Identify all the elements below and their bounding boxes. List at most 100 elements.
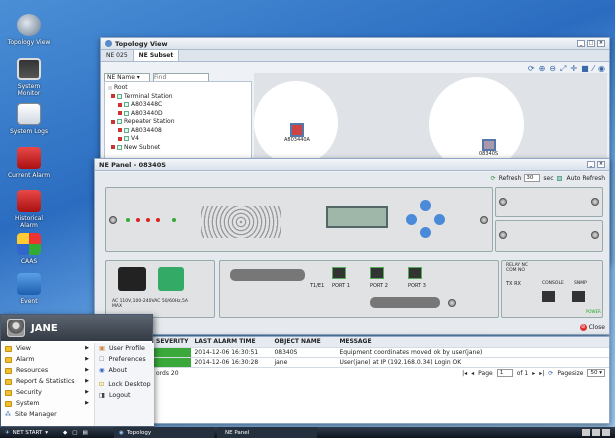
led-icon <box>156 218 160 222</box>
port-label: PORT 2 <box>370 283 388 289</box>
map-node[interactable]: 08340S <box>479 139 498 157</box>
desktop-icon-system-logs[interactable]: System Logs <box>6 103 52 135</box>
tab-ne-subset[interactable]: NE Subset <box>133 50 180 61</box>
menu-item-about[interactable]: ◉ About <box>95 365 154 376</box>
chevron-down-icon: ▾ <box>45 429 49 436</box>
menu-item-site-manager[interactable]: ⁂ Site Manager <box>1 409 93 420</box>
up-button[interactable] <box>420 200 431 211</box>
status-icon <box>118 128 122 132</box>
desktop-icon-label: Current Alarm <box>7 172 51 179</box>
tree-item[interactable]: A803440D <box>108 110 248 119</box>
status-icon <box>118 111 122 115</box>
desktop-icon-current-alarm[interactable]: Current Alarm <box>6 147 52 179</box>
rj45-port-icon[interactable] <box>370 267 384 279</box>
tree-item[interactable]: Terminal Station <box>108 93 248 102</box>
folder-icon <box>5 378 12 385</box>
menu-item-user-profile[interactable]: ▣ User Profile <box>95 343 154 354</box>
topology-titlebar[interactable]: Topology View _ □ × <box>101 38 609 50</box>
checkbox-icon[interactable] <box>117 93 122 99</box>
last-page-icon[interactable]: ▸| <box>539 370 544 377</box>
tab-ne-025[interactable]: NE 025 <box>101 50 134 61</box>
task-ne-panel[interactable]: NE Panel <box>217 427 317 438</box>
quicklaunch-icon[interactable]: ▤ <box>82 430 87 436</box>
desktop-icon-caas[interactable]: CAAS <box>6 233 52 265</box>
menu-item-system[interactable]: System ▶ <box>1 398 93 409</box>
rj45-port-icon[interactable] <box>572 291 585 302</box>
menu-item-resources[interactable]: Resources ▶ <box>1 365 93 376</box>
page-input[interactable]: 1 <box>496 369 513 377</box>
column-header[interactable]: LAST ALARM TIME <box>191 337 272 348</box>
checkbox-icon[interactable] <box>117 119 122 124</box>
tray-icon[interactable] <box>582 429 590 436</box>
tray-icon[interactable] <box>602 429 610 436</box>
table-header: SEVERITY LAST ALARM TIME OBJECT NAME MES… <box>153 337 609 348</box>
close-button[interactable]: ⊘ Close <box>579 324 605 331</box>
desktop-icon-system-monitor[interactable]: System Monitor <box>6 58 52 97</box>
refresh-icon[interactable]: ⟳ <box>548 370 553 377</box>
quicklaunch-icon[interactable]: ◆ <box>63 430 67 436</box>
chevron-right-icon: ▶ <box>85 389 89 395</box>
checkbox-icon[interactable] <box>124 127 129 133</box>
left-button[interactable] <box>406 214 417 225</box>
auto-refresh-checkbox[interactable] <box>556 175 562 181</box>
tree-item[interactable]: V4 <box>108 135 248 144</box>
refresh-icon[interactable]: ⟳ <box>491 175 496 182</box>
checkbox-icon[interactable] <box>124 102 129 107</box>
status-leds <box>126 218 176 222</box>
table-row[interactable]: 2014-12-06 16:30:51 08340S Equipment coo… <box>153 347 609 358</box>
menu-item-alarm[interactable]: Alarm ▶ <box>1 354 93 365</box>
enter-button[interactable] <box>420 227 431 238</box>
desktop-icon-event[interactable]: Event <box>6 273 52 305</box>
close-button[interactable]: × <box>597 40 605 47</box>
checkbox-icon[interactable] <box>117 144 122 150</box>
pagesize-select[interactable]: 50 ▾ <box>587 369 605 377</box>
quicklaunch-icon[interactable]: ▢ <box>72 430 77 436</box>
maximize-button[interactable]: □ <box>587 40 595 47</box>
of-label: of 1 <box>516 369 529 377</box>
refresh-interval-input[interactable]: 30 <box>524 174 541 182</box>
right-button[interactable] <box>434 214 445 225</box>
minimize-button[interactable]: _ <box>587 161 595 168</box>
preferences-icon: ☐ <box>99 356 105 363</box>
menu-item-logout[interactable]: ◨ Logout <box>95 390 154 401</box>
column-header[interactable]: SEVERITY <box>153 337 192 348</box>
object-cell: jane <box>271 357 337 368</box>
rj45-port-icon[interactable] <box>408 267 422 279</box>
next-page-icon[interactable]: ▸ <box>532 370 535 377</box>
close-button[interactable]: × <box>597 161 605 168</box>
column-header[interactable]: MESSAGE <box>336 337 609 348</box>
menu-item-report-statistics[interactable]: Report & Statistics ▶ <box>1 376 93 387</box>
interface-module: T1/E1 PORT 1 PORT 2 PORT 3 <box>219 260 499 318</box>
menu-item-lock-desktop[interactable]: ⊡ Lock Desktop <box>95 379 154 390</box>
rj45-port-icon[interactable] <box>542 291 555 302</box>
desktop-icon-historical-alarm[interactable]: Historical Alarm <box>6 190 52 229</box>
minimize-button[interactable]: _ <box>577 40 585 47</box>
map-node[interactable]: A803440A <box>284 123 310 143</box>
desktop-icon-topology-view[interactable]: Topology View <box>6 14 52 46</box>
first-page-icon[interactable]: |◂ <box>462 370 467 377</box>
tree-item[interactable]: A8034408 <box>108 127 248 136</box>
menu-item-preferences[interactable]: ☐ Preferences <box>95 354 154 365</box>
page-label: Page <box>478 369 493 377</box>
tree-item[interactable]: A803448C <box>108 101 248 110</box>
task-topology[interactable]: ◉ Topology <box>114 427 214 438</box>
table-row[interactable]: 2014-12-06 16:30:28 jane User(jane) at I… <box>153 357 609 368</box>
menu-item-view[interactable]: View ▶ <box>1 343 93 354</box>
rj45-port-icon[interactable] <box>332 267 346 279</box>
refresh-button[interactable]: Refresh <box>499 175 522 182</box>
tray-icon[interactable] <box>592 429 600 436</box>
ne-panel-titlebar[interactable]: NE Panel - 08340S _ × <box>95 159 609 171</box>
port-label: T1/E1 <box>310 283 325 289</box>
prev-page-icon[interactable]: ◂ <box>471 370 474 377</box>
checkbox-icon[interactable] <box>124 110 129 116</box>
start-button[interactable]: ✈ NET START ▾ <box>0 427 58 438</box>
column-header[interactable]: OBJECT NAME <box>271 337 337 348</box>
menu-item-security[interactable]: Security ▶ <box>1 387 93 398</box>
power-switch-icon[interactable] <box>158 267 184 291</box>
quick-launch: ◆ ▢ ▤ <box>58 427 114 438</box>
tree-item[interactable]: Root <box>108 84 248 93</box>
control-module: RELAY NC COM NO TX RX CONSOLE SNMP POWER <box>501 260 603 318</box>
checkbox-icon[interactable] <box>124 136 129 141</box>
tree-item[interactable]: Repeater Station <box>108 118 248 127</box>
tree-item[interactable]: New Subnet <box>108 144 248 153</box>
